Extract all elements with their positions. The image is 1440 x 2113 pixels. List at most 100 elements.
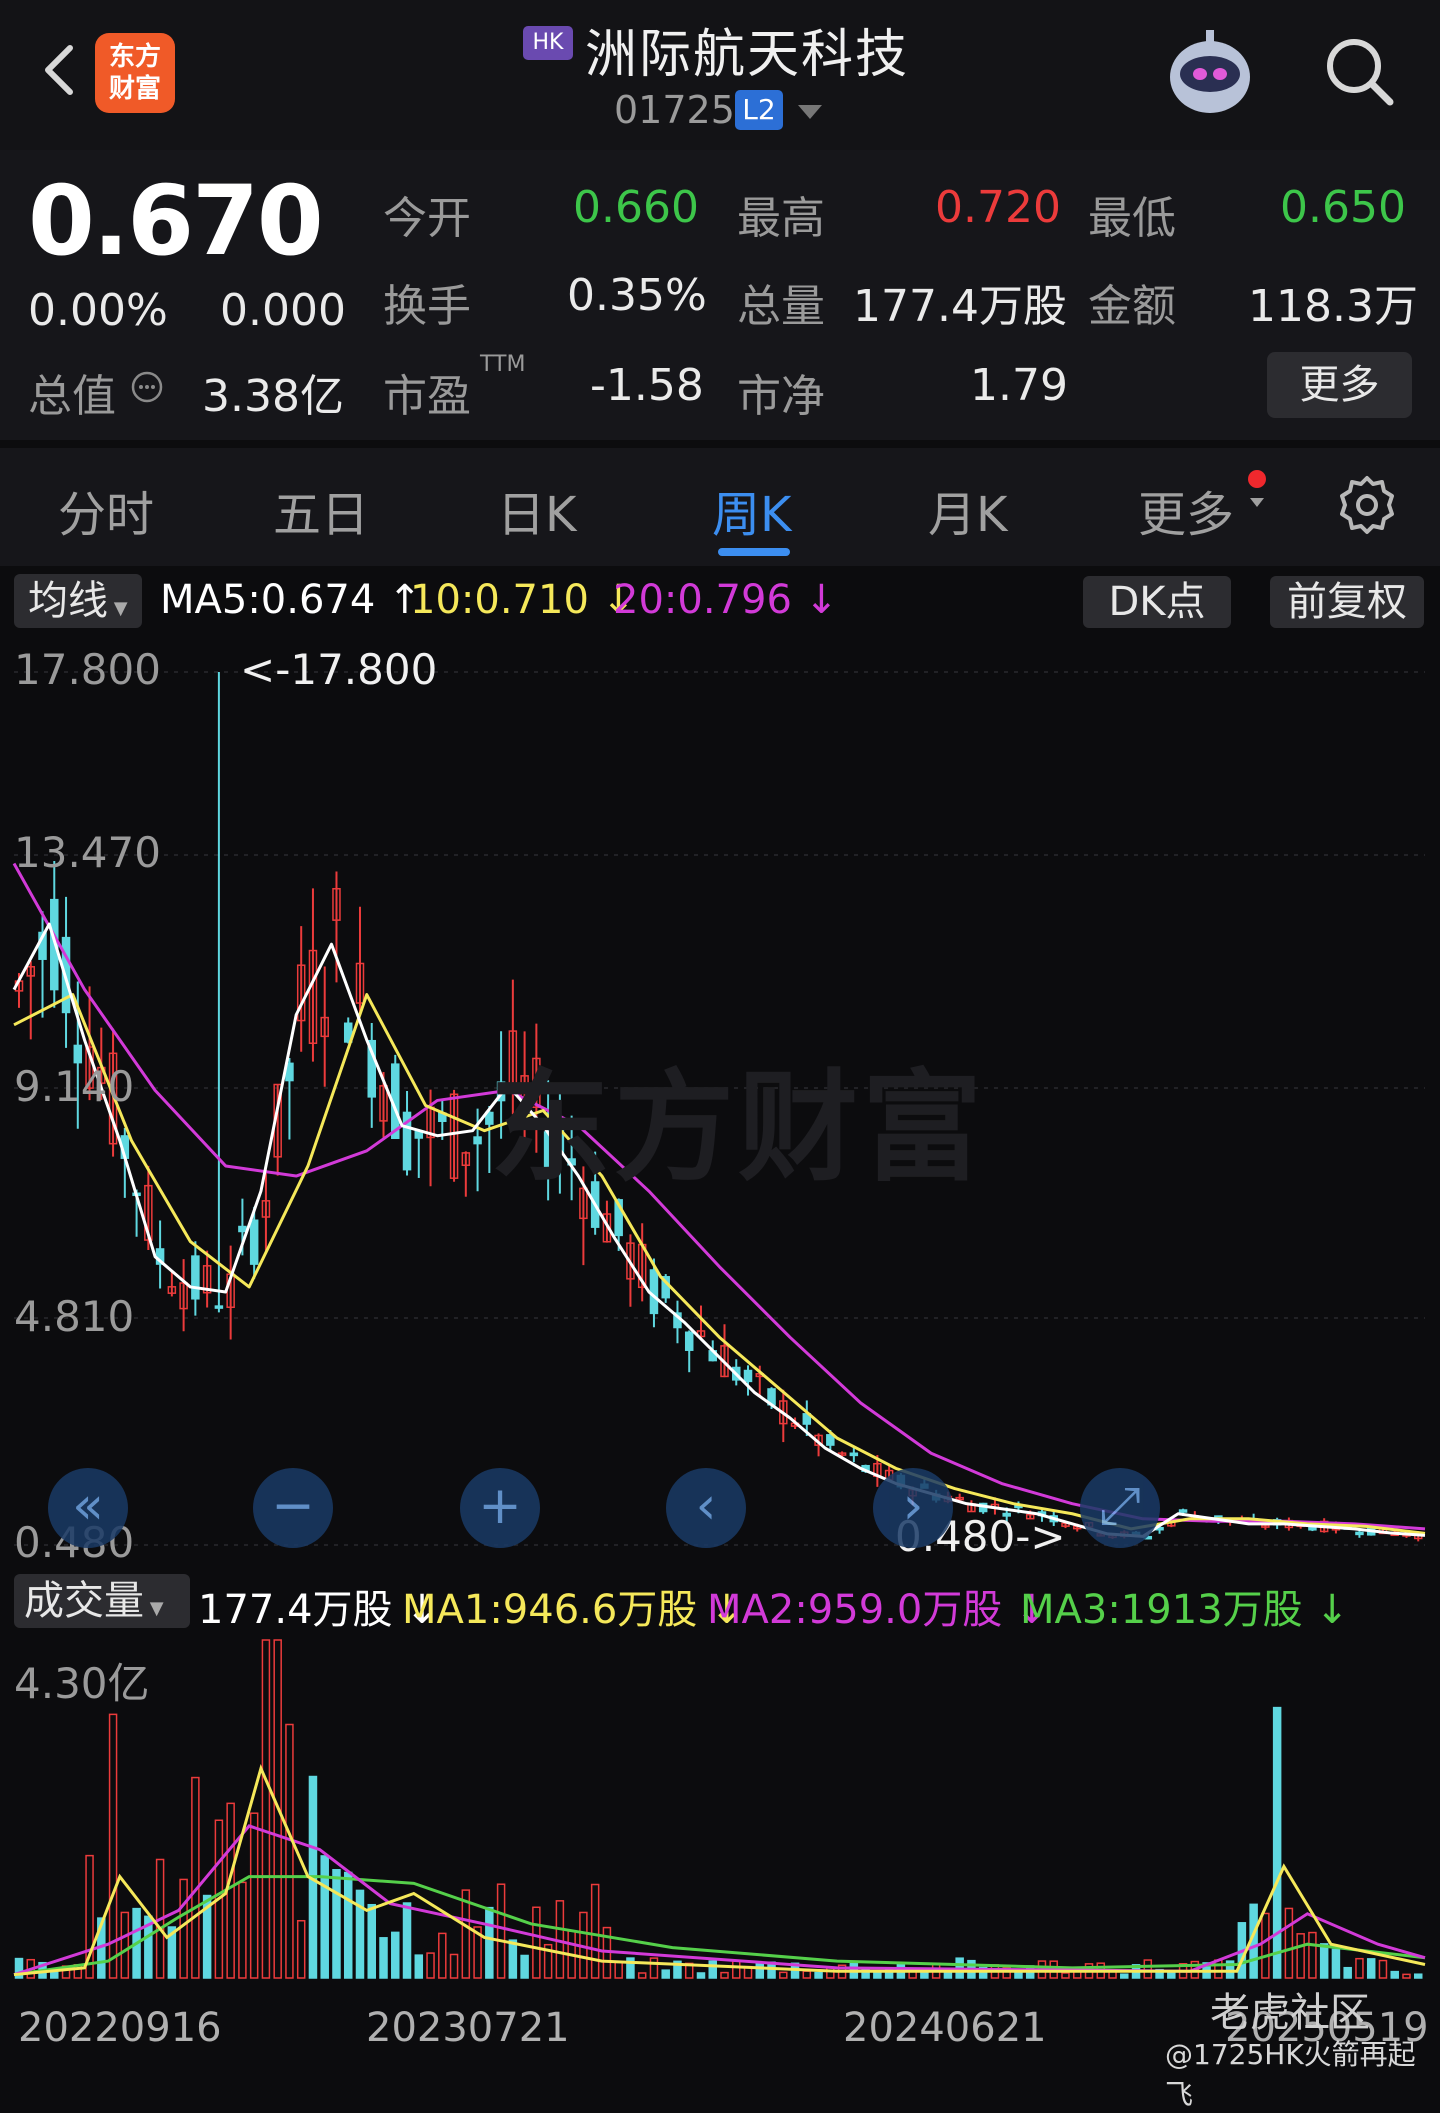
last-price: 0.670 <box>28 165 324 277</box>
volume-bar <box>532 1906 541 1979</box>
amount-value: 118.3万 <box>1248 281 1418 332</box>
robot-assistant-icon[interactable] <box>1160 22 1260 122</box>
candle-body <box>191 1255 200 1300</box>
zoom-out-button[interactable]: − <box>253 1468 333 1548</box>
volume-bar <box>438 1932 447 1979</box>
vol-ma1: MA1:946.6万股 ↓ <box>402 1587 744 1633</box>
author-credit: @1725HK火箭再起飞 <box>1165 2038 1416 2111</box>
volume-bar <box>391 1931 400 1979</box>
date-label: 20240621 <box>843 2005 1047 2051</box>
low-value: 0.650 <box>1280 182 1406 233</box>
volume-bar <box>179 1878 188 1979</box>
volume-bar <box>320 1855 329 1979</box>
vol-ma3: MA3:1913万股 ↓ <box>1020 1587 1349 1633</box>
volume-bar <box>1319 1943 1329 1979</box>
info-icon[interactable] <box>130 370 164 404</box>
volume-bar <box>191 1776 200 1979</box>
tab-five-day[interactable]: 五日 <box>273 475 369 545</box>
active-tab-indicator <box>718 548 790 556</box>
tab-more[interactable]: 更多 <box>1138 475 1234 545</box>
volume-bar <box>696 1972 706 1979</box>
date-label: 20230721 <box>366 2005 570 2051</box>
pb-value: 1.79 <box>970 360 1068 411</box>
volume-bar <box>485 1906 494 1979</box>
tab-intraday[interactable]: 分时 <box>58 475 154 545</box>
candle-body <box>73 1044 83 1064</box>
volume-bar <box>379 1937 388 1979</box>
volume-bar <box>1284 1907 1294 1979</box>
vol-ma1-line <box>13 1763 1426 1977</box>
change-pct: 0.00% <box>28 285 168 336</box>
volume-bar <box>1167 1971 1176 1979</box>
volume-bar <box>708 1960 717 1979</box>
volume-bar <box>614 1961 623 1979</box>
ma20-value: 20:0.796 ↓ <box>613 577 839 623</box>
volume-bar <box>649 1957 659 1979</box>
volume-axis-label: 4.30亿 <box>14 1659 150 1708</box>
zoom-in-button[interactable]: + <box>460 1468 540 1548</box>
volume-chart[interactable] <box>0 1630 1440 2000</box>
community-watermark: 老虎社区 <box>1210 1990 1370 2036</box>
app-logo: 东方 财富 <box>95 33 175 113</box>
dk-point-button[interactable]: DK点 <box>1083 576 1231 628</box>
high-label: 最高 <box>737 193 825 244</box>
scroll-left-button[interactable]: ‹ <box>666 1468 746 1548</box>
volume-bar <box>720 1971 729 1979</box>
volume-bar <box>1296 1933 1305 1979</box>
tab-monthly-k[interactable]: 月K <box>928 475 1007 545</box>
volume-bar <box>402 1902 412 1979</box>
candle-body <box>249 1219 259 1265</box>
volume-bar <box>426 1952 435 1979</box>
ma5-value: MA5:0.674 ↑ <box>160 577 422 623</box>
volume-bar <box>1366 1958 1376 1979</box>
l2-badge[interactable]: L2 <box>735 90 783 130</box>
volume-bar <box>343 1871 353 1979</box>
volume-bar <box>755 1962 765 1979</box>
volume-value: 177.4万股 <box>853 281 1067 332</box>
volume-bar <box>238 1881 247 1979</box>
volume-bar <box>367 1903 376 1979</box>
tab-daily-k[interactable]: 日K <box>497 475 576 545</box>
scroll-right-button[interactable]: › <box>873 1468 953 1548</box>
volume-bar <box>1343 1966 1352 1979</box>
volume-bar <box>285 1723 294 1979</box>
change-amt: 0.000 <box>220 285 346 336</box>
volume-bar <box>779 1971 788 1979</box>
candle-body <box>1355 1531 1364 1536</box>
stock-name: 洲际航天科技 <box>585 25 910 85</box>
volume-bar <box>1331 1948 1341 1979</box>
chevron-down-icon[interactable] <box>798 105 822 119</box>
candle-body <box>238 1225 247 1233</box>
volume-bar <box>1355 1957 1364 1979</box>
search-icon[interactable] <box>1320 32 1400 112</box>
gear-icon[interactable] <box>1336 474 1398 536</box>
pb-label: 市净 <box>737 371 825 422</box>
more-quote-button[interactable]: 更多 <box>1267 352 1412 418</box>
volume-bar <box>449 1953 459 1979</box>
volume-bar <box>1261 1912 1270 1979</box>
volume-bar <box>508 1939 518 1979</box>
volume-indicator-selector[interactable]: 成交量 ▼ <box>14 1574 190 1628</box>
volume-bar <box>1402 1973 1411 1979</box>
volume-bar <box>1061 1972 1070 1979</box>
volume-bar <box>249 1812 259 1979</box>
price-axis-label: 4.810 <box>14 1292 135 1341</box>
volume-bar <box>120 1911 130 1979</box>
pe-superscript: TTM <box>480 352 526 377</box>
volume-bar <box>1143 1959 1153 1979</box>
pe-label: 市盈 <box>383 371 471 422</box>
volume-bar <box>108 1713 118 1979</box>
volume-bar <box>261 1639 271 1979</box>
caret-down-icon <box>1250 498 1264 507</box>
scroll-left-fast-button[interactable]: « <box>48 1468 128 1548</box>
turnover-label: 换手 <box>383 281 471 332</box>
forward-adjust-button[interactable]: 前复权 <box>1270 576 1424 628</box>
indicator-selector[interactable]: 均线 ▼ <box>14 574 142 628</box>
volume-label: 总量 <box>737 281 825 332</box>
tab-weekly-k[interactable]: 周K <box>712 475 791 545</box>
fullscreen-button[interactable]: ⤢ <box>1080 1468 1160 1548</box>
volume-bar <box>50 1971 59 1979</box>
price-axis-label: 17.800 <box>14 645 161 694</box>
back-icon[interactable] <box>30 40 90 100</box>
open-label: 今开 <box>383 193 471 244</box>
